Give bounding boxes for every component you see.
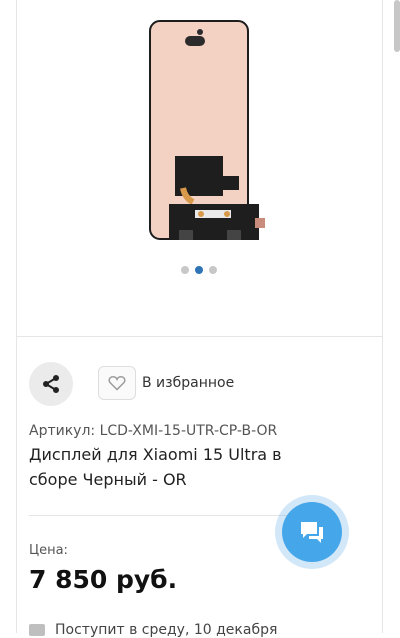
product-gallery[interactable] [17,0,382,336]
chat-bubbles-icon [301,522,323,543]
gallery-dot-active[interactable] [195,266,203,274]
favorite-label[interactable]: В избранное [142,375,234,391]
delivery-icon [29,624,45,636]
stock-text: Поступит в среду, 10 декабря [55,622,278,638]
gallery-divider [17,336,382,337]
gallery-dot[interactable] [181,266,189,274]
heart-icon [108,376,126,391]
gallery-dot[interactable] [209,266,217,274]
gallery-pagination [181,266,217,274]
product-title: Дисплей для Xiaomi 15 Ultra в сборе Черн… [29,445,282,489]
product-image [149,20,265,240]
chat-button-inner[interactable] [282,502,342,562]
price-label: Цена: [29,543,68,558]
title-divider [29,515,299,516]
favorite-button[interactable] [98,366,136,400]
favorite-control[interactable]: В избранное [98,366,234,400]
scrollbar[interactable] [394,0,400,52]
share-icon [43,375,59,393]
share-button[interactable] [29,362,73,406]
product-price: 7 850 руб. [29,565,178,594]
stock-status: Поступит в среду, 10 декабря [29,622,277,638]
chat-button[interactable] [275,495,349,569]
product-article: Артикул: LCD-XMI-15-UTR-CP-B-OR [29,423,278,439]
